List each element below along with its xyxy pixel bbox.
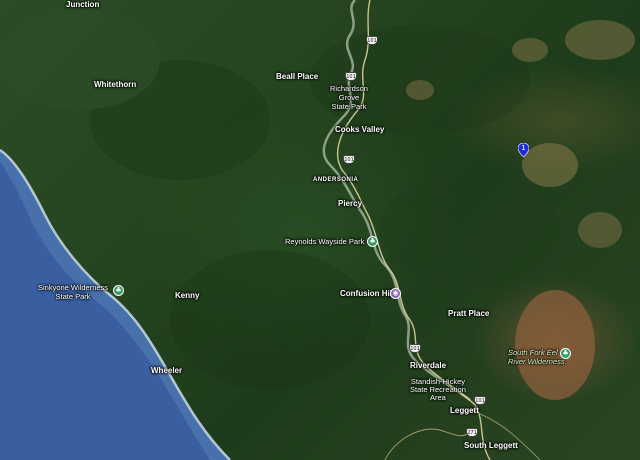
place-label-cooks-valley: Cooks Valley xyxy=(335,125,385,134)
place-label-standish-hickey: Standish-Hickey State Recreation Area xyxy=(410,377,466,402)
place-label-leggett: Leggett xyxy=(450,406,479,415)
place-label-south-fork-eel: South Fork Eel River Wilderness xyxy=(508,348,565,366)
park-pin-sinkyone[interactable]: ♣ xyxy=(113,285,124,296)
tree-icon: ♣ xyxy=(369,237,376,245)
place-label-kenny: Kenny xyxy=(175,291,200,300)
attraction-pin-confusion-hill[interactable]: ◉ xyxy=(390,288,401,299)
park-pin-reynolds[interactable]: ♣ xyxy=(367,236,378,247)
place-label-confusion-hill: Confusion Hill xyxy=(340,289,395,298)
place-label-sinkyone: Sinkyone Wilderness State Park xyxy=(38,283,109,301)
park-pin-south-fork-eel[interactable]: ♣ xyxy=(560,348,571,359)
place-label-south-leggett: South Leggett xyxy=(464,441,518,450)
road-271 xyxy=(384,428,471,460)
place-label-whitethorn: Whitethorn xyxy=(94,80,137,89)
place-label-andersonia: ANDERSONIA xyxy=(313,177,359,183)
place-label-reynolds-wayside: Reynolds Wayside Park xyxy=(285,237,365,246)
tree-icon: ♣ xyxy=(115,286,122,294)
highway-shield-icon: 101 xyxy=(409,344,421,353)
place-label-junction: Junction xyxy=(66,0,100,9)
highway-shield-icon: 101 xyxy=(474,396,486,405)
highway-shield-icon: 101 xyxy=(345,72,357,81)
camera-icon: ◉ xyxy=(392,289,399,297)
tree-icon: ♣ xyxy=(562,349,569,357)
satellite-map[interactable]: Junction Whitethorn Beall Place Richards… xyxy=(0,0,640,460)
place-label-piercy: Piercy xyxy=(338,199,363,208)
place-label-wheeler: Wheeler xyxy=(151,366,183,375)
place-label-riverdale: Riverdale xyxy=(410,361,447,370)
place-label-richardson-grove: Richardson Grove State Park xyxy=(330,84,368,111)
highway-shield-icon: 101 xyxy=(343,155,355,164)
bare-land xyxy=(515,290,595,400)
place-label-beall-place: Beall Place xyxy=(276,72,319,81)
terrain-layer xyxy=(0,0,635,460)
highway-shield-icon: 271 xyxy=(466,428,478,437)
marker-number: 1 xyxy=(521,144,526,152)
highway-shield-icon: 101 xyxy=(366,36,378,45)
place-label-pratt-place: Pratt Place xyxy=(448,309,490,318)
location-marker-1[interactable]: 1 xyxy=(517,142,530,158)
